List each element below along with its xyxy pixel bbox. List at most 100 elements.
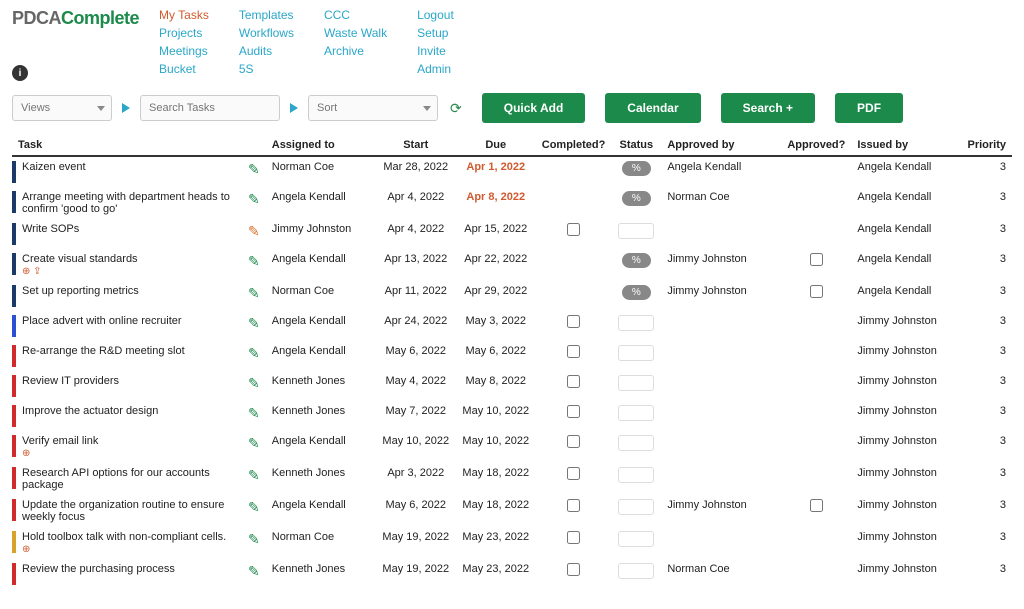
table-row[interactable]: Kaizen event✎Norman CoeMar 28, 2022Apr 1… (12, 156, 1012, 187)
table-row[interactable]: Arrange meeting with department heads to… (12, 187, 1012, 219)
table-row[interactable]: Set up reporting metrics✎Norman CoeApr 1… (12, 281, 1012, 311)
edit-icon[interactable]: ✎ (248, 161, 260, 177)
nav-5s[interactable]: 5S (239, 62, 294, 76)
nav-audits[interactable]: Audits (239, 44, 294, 58)
edit-icon[interactable]: ✎ (248, 435, 260, 451)
status-box[interactable] (618, 531, 654, 547)
task-attachment-icons[interactable]: ⊕ (22, 544, 30, 555)
completed-checkbox[interactable] (567, 467, 580, 480)
views-run-icon[interactable] (122, 103, 130, 113)
col-status[interactable]: Status (611, 135, 661, 156)
table-row[interactable]: Create visual standards⊕ ⇪✎Angela Kendal… (12, 249, 1012, 281)
status-badge[interactable]: % (622, 161, 651, 176)
edit-icon[interactable]: ✎ (248, 563, 260, 579)
status-box[interactable] (618, 467, 654, 483)
edit-icon[interactable]: ✎ (248, 499, 260, 515)
col-completed[interactable]: Completed? (536, 135, 612, 156)
sort-select[interactable]: Sort (308, 95, 438, 121)
search-run-icon[interactable] (290, 103, 298, 113)
completed-checkbox[interactable] (567, 315, 580, 328)
col-assigned[interactable]: Assigned to (266, 135, 376, 156)
status-box[interactable] (618, 345, 654, 361)
edit-icon[interactable]: ✎ (248, 253, 260, 269)
status-box[interactable] (618, 563, 654, 579)
nav-admin[interactable]: Admin (417, 62, 454, 76)
table-row[interactable]: Re-arrange the R&D meeting slot✎Angela K… (12, 341, 1012, 371)
nav-bucket[interactable]: Bucket (159, 62, 209, 76)
completed-checkbox[interactable] (567, 345, 580, 358)
search-plus-button[interactable]: Search + (721, 93, 815, 123)
task-attachment-icons[interactable]: ⊕ (22, 448, 30, 459)
completed-checkbox[interactable] (567, 435, 580, 448)
completed-checkbox[interactable] (567, 223, 580, 236)
table-row[interactable]: Review IT providers✎Kenneth JonesMay 4, … (12, 371, 1012, 401)
table-row[interactable]: Update the organization routine to ensur… (12, 495, 1012, 527)
info-icon[interactable]: i (12, 65, 28, 81)
table-row[interactable]: Write SOPs✎Jimmy JohnstonApr 4, 2022Apr … (12, 219, 1012, 249)
edit-icon[interactable]: ✎ (248, 223, 260, 239)
edit-icon[interactable]: ✎ (248, 285, 260, 301)
status-box[interactable] (618, 499, 654, 515)
edit-icon[interactable]: ✎ (248, 405, 260, 421)
completed-checkbox[interactable] (567, 375, 580, 388)
nav-workflows[interactable]: Workflows (239, 26, 294, 40)
completed-checkbox[interactable] (567, 563, 580, 576)
status-badge[interactable]: % (622, 285, 651, 300)
views-select[interactable]: Views (12, 95, 112, 121)
nav-setup[interactable]: Setup (417, 26, 454, 40)
col-approved[interactable]: Approved? (781, 135, 851, 156)
status-box[interactable] (618, 435, 654, 451)
calendar-button[interactable]: Calendar (605, 93, 700, 123)
nav-meetings[interactable]: Meetings (159, 44, 209, 58)
nav-my-tasks[interactable]: My Tasks (159, 8, 209, 22)
completed-checkbox[interactable] (567, 499, 580, 512)
status-badge[interactable]: % (622, 191, 651, 206)
due-date: Apr 1, 2022 (456, 156, 536, 187)
status-box[interactable] (618, 223, 654, 239)
issued-by: Jimmy Johnston (851, 463, 961, 495)
completed-checkbox[interactable] (567, 405, 580, 418)
table-row[interactable]: Hold toolbox talk with non-compliant cel… (12, 527, 1012, 559)
col-task[interactable]: Task (12, 135, 242, 156)
nav-archive[interactable]: Archive (324, 44, 387, 58)
nav-templates[interactable]: Templates (239, 8, 294, 22)
edit-icon[interactable]: ✎ (248, 467, 260, 483)
nav-invite[interactable]: Invite (417, 44, 454, 58)
status-badge[interactable]: % (622, 253, 651, 268)
edit-icon[interactable]: ✎ (248, 531, 260, 547)
col-due[interactable]: Due (456, 135, 536, 156)
edit-icon[interactable]: ✎ (248, 375, 260, 391)
status-box[interactable] (618, 405, 654, 421)
col-approved-by[interactable]: Approved by (661, 135, 781, 156)
completed-cell (536, 219, 612, 249)
edit-icon[interactable]: ✎ (248, 345, 260, 361)
refresh-icon[interactable]: ⟳ (450, 100, 462, 117)
nav-waste-walk[interactable]: Waste Walk (324, 26, 387, 40)
col-issued-by[interactable]: Issued by (851, 135, 961, 156)
table-row[interactable]: Review the purchasing process✎Kenneth Jo… (12, 559, 1012, 589)
quick-add-button[interactable]: Quick Add (482, 93, 586, 123)
nav-projects[interactable]: Projects (159, 26, 209, 40)
search-input[interactable] (140, 95, 280, 121)
nav-ccc[interactable]: CCC (324, 8, 387, 22)
edit-icon[interactable]: ✎ (248, 315, 260, 331)
col-priority[interactable]: Priority (961, 135, 1012, 156)
nav-logout[interactable]: Logout (417, 8, 454, 22)
task-cell: Research API options for our accounts pa… (12, 463, 242, 495)
pdf-button[interactable]: PDF (835, 93, 903, 123)
status-box[interactable] (618, 315, 654, 331)
issued-by: Jimmy Johnston (851, 527, 961, 559)
table-row[interactable]: Place advert with online recruiter✎Angel… (12, 311, 1012, 341)
edit-icon[interactable]: ✎ (248, 191, 260, 207)
table-row[interactable]: Improve the actuator design✎Kenneth Jone… (12, 401, 1012, 431)
task-attachment-icons[interactable]: ⊕ ⇪ (22, 266, 42, 277)
approved-checkbox[interactable] (810, 499, 823, 512)
status-box[interactable] (618, 375, 654, 391)
table-row[interactable]: Research API options for our accounts pa… (12, 463, 1012, 495)
table-row[interactable]: Verify email link⊕✎Angela KendallMay 10,… (12, 431, 1012, 463)
approved-checkbox[interactable] (810, 285, 823, 298)
approved-cell (781, 559, 851, 589)
col-start[interactable]: Start (376, 135, 456, 156)
completed-checkbox[interactable] (567, 531, 580, 544)
approved-checkbox[interactable] (810, 253, 823, 266)
